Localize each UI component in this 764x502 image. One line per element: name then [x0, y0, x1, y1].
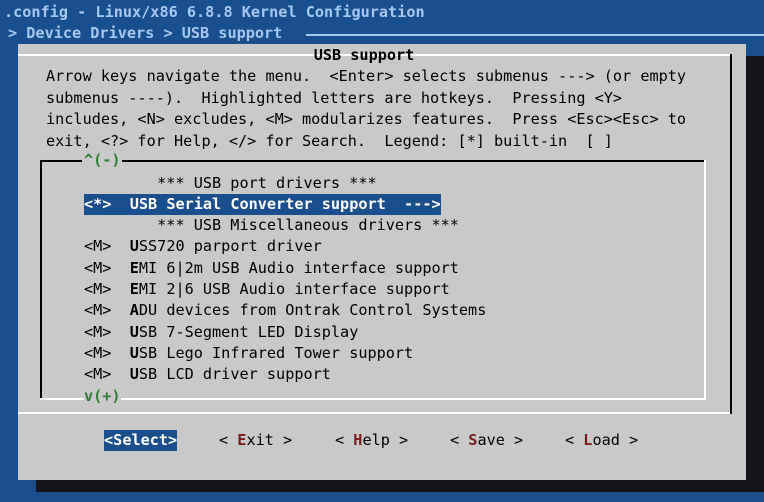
item-state: <*>: [84, 195, 112, 213]
menu-item-usb-misc-heading: *** USB Miscellaneous drivers ***: [84, 215, 459, 236]
menu-frame-bottom: [40, 398, 706, 400]
button-bar-divider-end: [730, 412, 732, 414]
item-label: MI 2|6 USB Audio interface support: [138, 280, 450, 298]
item-hotkey: U: [129, 237, 139, 255]
item-hotkey: E: [129, 259, 139, 277]
help-button[interactable]: < Help >: [335, 430, 408, 451]
help-line-2: submenus ----). Highlighted letters are …: [46, 89, 623, 107]
menu-item-usb-port-drivers-heading: *** USB port drivers ***: [84, 173, 377, 194]
item-label: SS720 parport driver: [138, 237, 322, 255]
menu-frame-top-left: [40, 160, 82, 162]
help-line-4: exit, <?> for Help, </> for Search. Lege…: [46, 132, 613, 150]
item-label: SB Lego Infrared Tower support: [138, 344, 414, 362]
item-label: SB Serial Converter support --->: [138, 195, 441, 213]
item-state: <M>: [84, 280, 112, 298]
item-hotkey: U: [129, 344, 139, 362]
item-label: MI 6|2m USB Audio interface support: [138, 259, 459, 277]
help-line-1: Arrow keys navigate the menu. <Enter> se…: [46, 67, 687, 85]
menu-frame-right: [704, 160, 706, 398]
scroll-up-indicator: ^(-): [84, 151, 121, 169]
item-hotkey: U: [129, 365, 139, 383]
menu-item-usb-serial-converter[interactable]: <*> USB Serial Converter support --->: [84, 194, 441, 215]
breadcrumb-rule: [306, 34, 764, 36]
menu-item-uss720[interactable]: <M> USS720 parport driver: [84, 236, 322, 257]
item-label: SB 7-Segment LED Display: [138, 323, 359, 341]
item-state: <M>: [84, 365, 112, 383]
load-button[interactable]: < Load >: [565, 430, 638, 451]
menu-item-usb-7-segment[interactable]: <M> USB 7-Segment LED Display: [84, 322, 358, 343]
menu-item-emi-6-2m[interactable]: <M> EMI 6|2m USB Audio interface support: [84, 258, 459, 279]
menu-item-emi-2-6[interactable]: <M> EMI 2|6 USB Audio interface support: [84, 279, 450, 300]
item-state: <M>: [84, 259, 112, 277]
item-state: <M>: [84, 237, 112, 255]
exit-button[interactable]: < Exit >: [219, 430, 292, 451]
menu-item-usb-lego-ir[interactable]: <M> USB Lego Infrared Tower support: [84, 343, 413, 364]
item-state: <M>: [84, 323, 112, 341]
item-hotkey: U: [129, 195, 139, 213]
item-label: *** USB port drivers ***: [157, 174, 377, 192]
item-hotkey: U: [129, 323, 139, 341]
item-hotkey: A: [129, 301, 139, 319]
menu-frame-left: [40, 160, 42, 398]
menu-item-usb-lcd[interactable]: <M> USB LCD driver support: [84, 364, 331, 385]
item-hotkey: E: [129, 280, 139, 298]
menu-frame-top-right: [122, 160, 706, 162]
item-state: <M>: [84, 344, 112, 362]
select-button[interactable]: <Select>: [104, 430, 178, 451]
help-line-3: includes, <N> excludes, <M> modularizes …: [46, 110, 687, 128]
scroll-down-indicator: v(+): [84, 386, 121, 407]
dialog-title: USB support: [313, 46, 415, 64]
item-label: *** USB Miscellaneous drivers ***: [157, 216, 459, 234]
dialog-border-right: [730, 54, 732, 414]
window-title: .config - Linux/x86 6.8.8 Kernel Configu…: [4, 3, 425, 21]
button-bar-divider: [18, 412, 730, 414]
item-label: SB LCD driver support: [138, 365, 331, 383]
menu-item-adu-ontrak[interactable]: <M> ADU devices from Ontrak Control Syst…: [84, 300, 486, 321]
item-state: <M>: [84, 301, 112, 319]
save-button[interactable]: < Save >: [450, 430, 523, 451]
item-label: DU devices from Ontrak Control Systems: [138, 301, 487, 319]
